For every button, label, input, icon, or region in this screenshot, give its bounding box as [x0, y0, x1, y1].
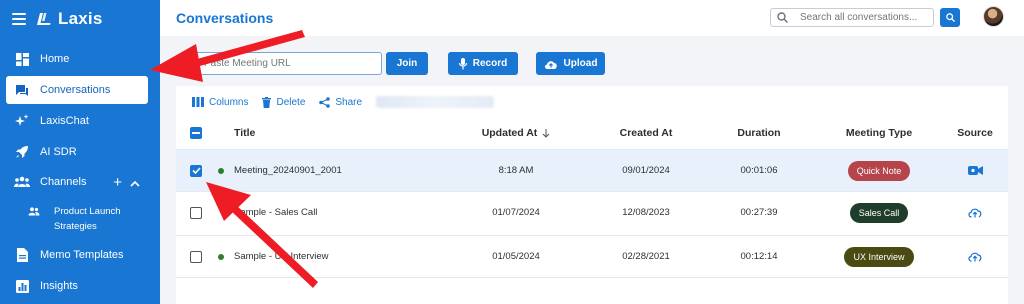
rocket-icon: [14, 144, 30, 160]
share-icon: [319, 96, 331, 108]
chevron-up-icon[interactable]: [130, 174, 140, 191]
column-header-source[interactable]: Source: [940, 118, 1010, 148]
columns-icon: [192, 97, 204, 107]
laxis-logo-icon: [37, 13, 51, 25]
sidebar: Laxis Home Conversations LaxisChat AI SD…: [0, 0, 160, 304]
join-button[interactable]: Join: [386, 52, 428, 75]
table-row[interactable]: Meeting_20240901_2001 8:18 AM 09/01/2024…: [176, 149, 1008, 191]
cloud-upload-icon[interactable]: [968, 251, 982, 262]
status-dot: [218, 167, 224, 174]
share-button[interactable]: Share: [319, 97, 362, 108]
row-updated-at: 8:18 AM: [498, 165, 534, 176]
row-updated-at: 01/05/2024: [492, 251, 540, 262]
delete-button[interactable]: Delete: [262, 96, 306, 108]
cloud-upload-icon[interactable]: [968, 207, 982, 218]
row-duration: 00:12:14: [740, 251, 778, 262]
sidebar-item-label: Insights: [40, 280, 78, 292]
meeting-type-badge: UX Interview: [844, 246, 914, 267]
app-name: Laxis: [58, 9, 103, 28]
row-duration: 00:01:06: [740, 165, 778, 176]
sidebar-item-label: Conversations: [40, 84, 111, 96]
sidebar-item-label: Home: [40, 53, 70, 65]
record-button[interactable]: Record: [448, 52, 518, 75]
row-title[interactable]: Meeting_20240901_2001: [234, 150, 342, 191]
row-title[interactable]: Sample - Sales Call: [234, 192, 317, 233]
page-title: Conversations: [176, 10, 274, 26]
sidebar-item-conversations[interactable]: Conversations: [6, 76, 148, 104]
column-header-updated-at[interactable]: Updated At: [466, 118, 566, 148]
row-checkbox[interactable]: [190, 164, 202, 177]
columns-label: Columns: [209, 96, 249, 108]
search-button[interactable]: [940, 8, 960, 27]
search-icon: [945, 13, 955, 22]
sort-arrow-down-icon: [542, 128, 550, 138]
blurred-toolbar-item: [376, 96, 495, 108]
column-header-duration[interactable]: Duration: [709, 118, 809, 148]
meeting-type-badge: Sales Call: [849, 202, 909, 223]
sidebar-item-ai-sdr[interactable]: AI SDR: [6, 138, 148, 166]
table-header: Title Updated At Created At Duration Mee…: [176, 118, 1008, 148]
document-icon: [14, 247, 30, 263]
sidebar-item-memo-templates[interactable]: Memo Templates: [6, 241, 148, 269]
record-button-label: Record: [472, 58, 508, 69]
row-divider: [176, 277, 1008, 278]
table-toolbar: Columns Delete Share: [192, 96, 495, 108]
group-icon: [14, 174, 30, 190]
column-header-created-at[interactable]: Created At: [596, 118, 696, 148]
sidebar-item-laxischat[interactable]: LaxisChat: [6, 107, 148, 135]
user-avatar[interactable]: [983, 6, 1004, 27]
add-channel-icon[interactable]: +: [113, 174, 122, 191]
sidebar-item-insights[interactable]: Insights: [6, 272, 148, 300]
hamburger-menu-icon[interactable]: [12, 13, 26, 25]
channel-label-line1: Product Launch: [54, 206, 121, 217]
upload-button[interactable]: Upload: [536, 52, 605, 75]
column-header-meeting-type[interactable]: Meeting Type: [826, 118, 932, 148]
sparkle-icon: [14, 113, 30, 129]
sidebar-item-label: AI SDR: [40, 146, 77, 158]
meeting-type-badge: Quick Note: [847, 160, 911, 181]
share-label: Share: [335, 96, 363, 108]
row-created-at: 12/08/2023: [622, 207, 670, 218]
row-created-at: 02/28/2021: [622, 251, 670, 262]
row-title[interactable]: Sample - UX Interview: [234, 236, 329, 277]
meeting-url-input[interactable]: [193, 52, 382, 75]
sidebar-item-home[interactable]: Home: [6, 45, 148, 73]
select-all-checkbox[interactable]: [190, 127, 202, 139]
insights-icon: [14, 278, 30, 294]
cloud-upload-icon: [544, 60, 557, 69]
table-row[interactable]: Sample - Sales Call 01/07/2024 12/08/202…: [176, 191, 1008, 233]
people-icon: [28, 207, 42, 234]
row-created-at: 09/01/2024: [622, 165, 670, 176]
search-icon: [777, 12, 788, 23]
sidebar-item-channels[interactable]: Channels +: [6, 168, 148, 196]
search-input[interactable]: [800, 12, 928, 23]
upload-button-label: Upload: [563, 58, 598, 69]
chat-icon: [14, 82, 30, 98]
column-header-label: Updated At: [481, 127, 538, 139]
sidebar-item-label: Memo Templates: [40, 249, 124, 261]
row-updated-at: 01/07/2024: [492, 207, 540, 218]
row-checkbox[interactable]: [190, 250, 202, 263]
status-dot: [218, 253, 224, 260]
sidebar-item-label: LaxisChat: [40, 115, 89, 127]
video-camera-icon[interactable]: [967, 165, 983, 176]
row-checkbox[interactable]: [190, 206, 202, 219]
trash-icon: [262, 96, 272, 108]
microphone-icon: [458, 57, 467, 69]
delete-label: Delete: [276, 96, 306, 108]
columns-button[interactable]: Columns: [192, 97, 248, 108]
sidebar-item-label: Channels: [40, 176, 87, 188]
join-button-label: Join: [396, 58, 418, 69]
row-duration: 00:27:39: [740, 207, 778, 218]
dashboard-icon: [14, 51, 30, 67]
table-row[interactable]: Sample - UX Interview 01/05/2024 02/28/2…: [176, 235, 1008, 277]
channel-label-line2: Strategies: [54, 221, 97, 232]
column-header-title[interactable]: Title: [234, 118, 255, 148]
search-field[interactable]: [770, 8, 934, 27]
sidebar-channel-product-launch-strategies[interactable]: Product Launch Strategies: [28, 204, 152, 234]
brand: Laxis: [12, 9, 102, 29]
